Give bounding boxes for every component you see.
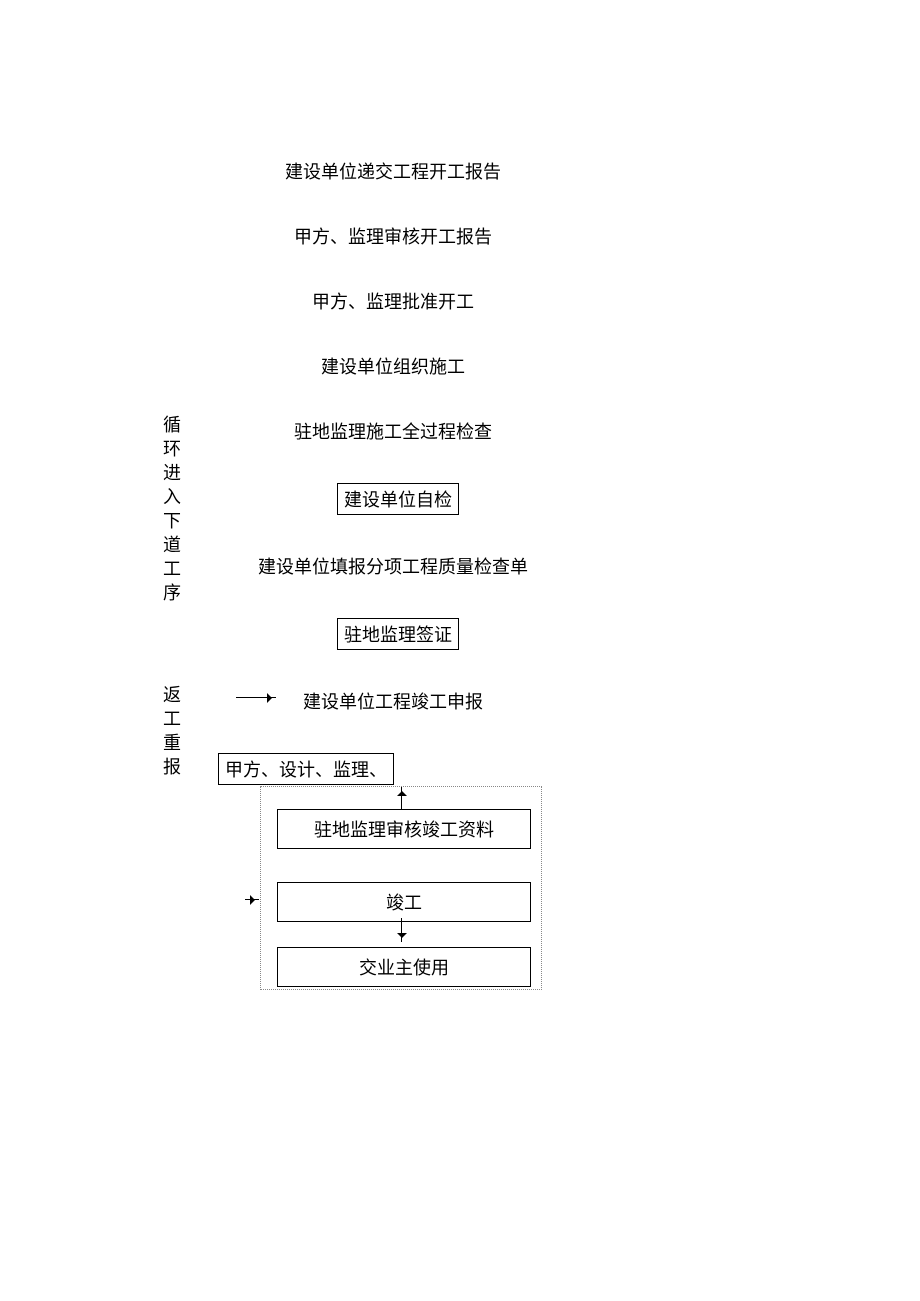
- completion-group: 驻地监理审核竣工资料 竣工 交业主使用: [260, 786, 542, 990]
- step-organize-construction: 建设单位组织施工: [321, 353, 465, 379]
- arrow-down-handover: [401, 918, 402, 942]
- step-completion-declare: 建设单位工程竣工申报: [303, 688, 483, 714]
- label-loop-next-process: 循环进入下道工序: [163, 413, 181, 605]
- step-review-completion-docs: 驻地监理审核竣工资料: [277, 809, 531, 849]
- arrow-rework-to-declare: [236, 697, 276, 698]
- step-handover-owner: 交业主使用: [277, 947, 531, 987]
- step-self-inspection-box: 建设单位自检: [337, 483, 459, 515]
- step-completion: 竣工: [277, 882, 531, 922]
- label-rework-resubmit: 返工重报: [163, 683, 181, 779]
- flowchart: 建设单位递交工程开工报告 甲方、监理审核开工报告 甲方、监理批准开工 建设单位组…: [0, 0, 920, 1301]
- step-submit-report: 建设单位递交工程开工报告: [285, 158, 501, 184]
- arrow-up-review: [401, 787, 402, 809]
- arrow-to-completion: [245, 899, 259, 900]
- step-onsite-signoff-box: 驻地监理签证: [337, 618, 459, 650]
- step-onsite-inspection: 驻地监理施工全过程检查: [294, 418, 492, 444]
- step-parties-box: 甲方、设计、监理、: [218, 753, 394, 785]
- step-approve-start: 甲方、监理批准开工: [312, 288, 474, 314]
- step-review-report: 甲方、监理审核开工报告: [294, 223, 492, 249]
- step-quality-check-form: 建设单位填报分项工程质量检查单: [258, 553, 528, 579]
